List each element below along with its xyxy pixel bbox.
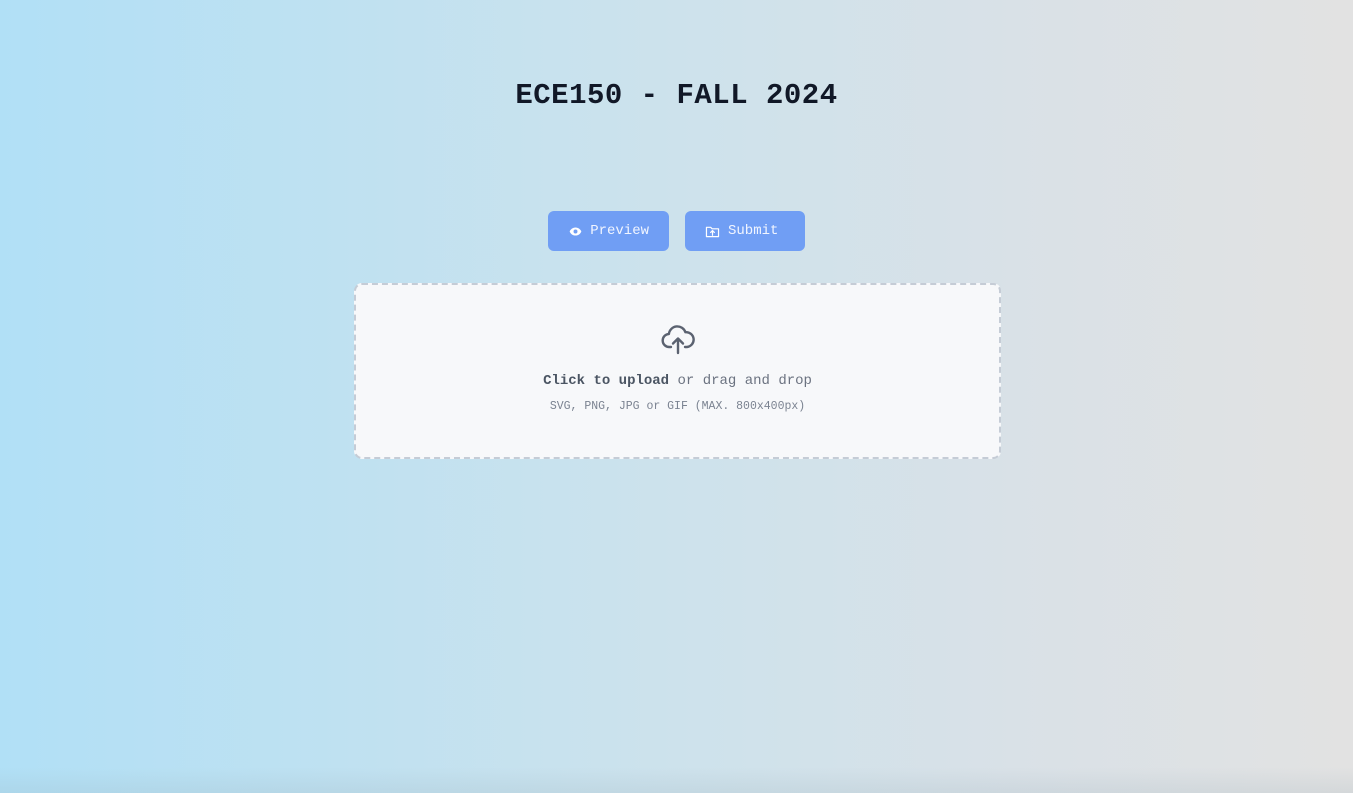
dropzone-instructions: Click to upload or drag and drop [356,372,999,390]
preview-button[interactable]: Preview [548,211,669,251]
eye-icon [568,224,582,239]
page-title: ECE150 - FALL 2024 [515,79,838,112]
folder-upload-icon [705,224,720,239]
action-toolbar: Preview Submit [0,211,1353,251]
file-type-hint: SVG, PNG, JPG or GIF (MAX. 800x400px) [549,400,806,413]
file-dropzone[interactable]: Click to upload or drag and drop SVG, PN… [354,283,1001,459]
cloud-upload-icon [661,325,695,355]
submit-button[interactable]: Submit [685,211,805,251]
drag-drop-text: or drag and drop [677,373,812,389]
preview-button-label: Preview [590,223,649,239]
submit-button-label: Submit [728,223,779,239]
bottom-shadow [0,767,1353,793]
click-to-upload-text[interactable]: Click to upload [543,373,669,389]
